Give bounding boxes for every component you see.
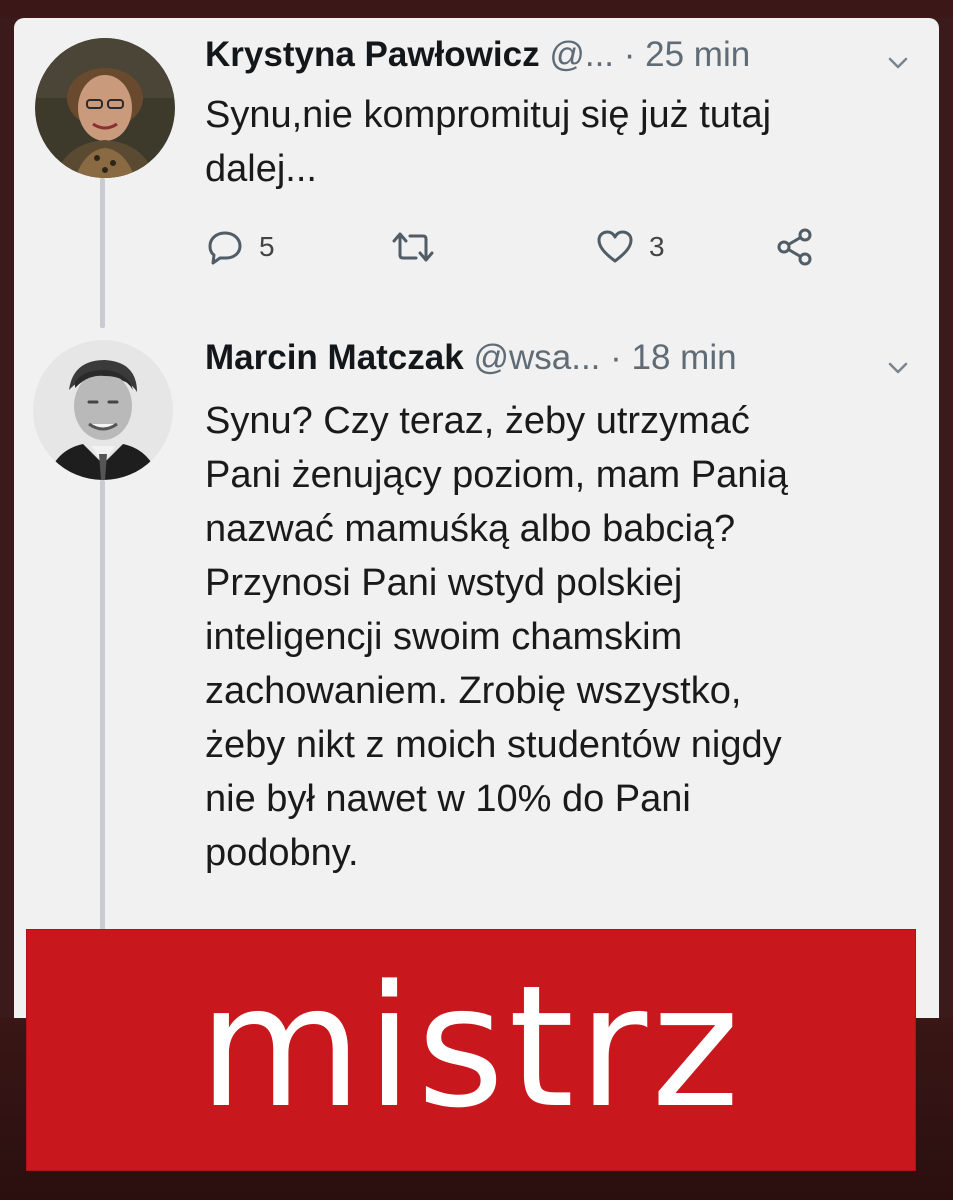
tweet-text-line: dalej... [205, 148, 317, 190]
reply-count: 5 [259, 231, 275, 262]
avatar[interactable] [33, 340, 173, 480]
top-strip [0, 0, 953, 18]
avatar[interactable] [35, 38, 175, 178]
share-button[interactable] [775, 222, 815, 272]
chevron-down-icon[interactable] [887, 357, 909, 379]
timestamp[interactable]: 25 min [645, 35, 750, 74]
separator-dot: · [610, 338, 622, 377]
tweet-header: Marcin Matczak @wsa... · 18 min [205, 338, 737, 378]
share-icon [777, 228, 812, 266]
author-handle[interactable]: @wsa... [473, 338, 600, 377]
separator-dot: · [623, 35, 636, 74]
chevron-down-icon[interactable] [887, 52, 909, 74]
tweet-text-line: żeby nikt z moich studentów nigdy [205, 724, 782, 766]
timestamp[interactable]: 18 min [632, 338, 737, 377]
tweet-text-line: Przynosi Pani wstyd polskiej [205, 562, 683, 604]
tweet-text-line: Synu? Czy teraz, żeby utrzymać [205, 400, 750, 442]
tweet-text-line: zachowaniem. Zrobię wszystko, [205, 670, 742, 712]
caption-banner: mistrz [27, 930, 915, 1170]
reply-icon [208, 231, 242, 265]
author-handle[interactable]: @... [549, 35, 614, 74]
reply-button[interactable]: 5 [205, 222, 275, 272]
tweet-text-line: nie był nawet w 10% do Pani [205, 778, 691, 820]
tweet-text-line: Pani żenujący poziom, mam Panią [205, 454, 788, 496]
tweet-text-line: nazwać mamuśką albo babcią? [205, 508, 736, 550]
tweet-text-line: Synu,nie kompromituj się już tutaj [205, 94, 772, 136]
avatar-photo [33, 340, 173, 480]
like-count: 3 [649, 231, 665, 262]
heart-icon [597, 230, 633, 263]
like-button[interactable]: 3 [595, 222, 665, 272]
avatar-photo [35, 38, 175, 178]
tweet-text: Synu? Czy teraz, żeby utrzymać Pani żenu… [205, 394, 895, 880]
tweet-text: Synu,nie kompromituj się już tutaj dalej… [205, 88, 885, 196]
retweet-icon [392, 232, 434, 262]
author-name[interactable]: Krystyna Pawłowicz [205, 35, 540, 74]
retweet-button[interactable] [390, 222, 450, 272]
tweet-text-line: podobny. [205, 832, 359, 874]
thread-connector-line [100, 178, 105, 328]
tweet-actions: 5 3 [205, 222, 885, 272]
tweet-header: Krystyna Pawłowicz @... · 25 min [205, 35, 750, 75]
tweet-text-line: inteligencji swoim chamskim [205, 616, 683, 658]
thread-connector-line [100, 480, 105, 930]
author-name[interactable]: Marcin Matczak [205, 338, 464, 377]
caption-text: mistrz [198, 949, 744, 1145]
